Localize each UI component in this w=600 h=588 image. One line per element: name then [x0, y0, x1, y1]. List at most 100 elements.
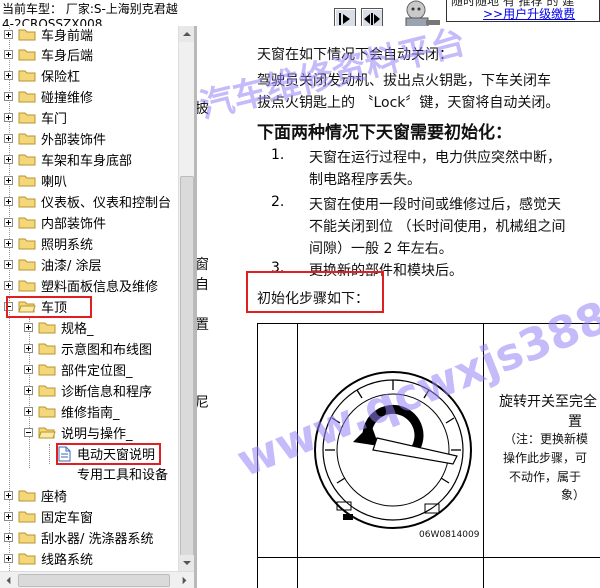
expand-plus-icon[interactable]	[4, 281, 13, 290]
tree-item[interactable]: 刮水器/ 洗涤器系统	[4, 527, 154, 548]
tree-item[interactable]: 车架和车身底部	[4, 149, 132, 170]
tree-item[interactable]: 座椅	[4, 485, 67, 506]
expand-plus-icon[interactable]	[24, 386, 33, 395]
scroll-thumb[interactable]	[180, 176, 194, 586]
collapse-minus-icon[interactable]	[24, 428, 33, 437]
document-content: 天窗在如下情况下会自动关闭： 驾驶员关闭发动机、拔出点火钥匙，下车关闭车 拔点火…	[197, 26, 600, 588]
tree-item[interactable]: 车顶	[4, 296, 67, 317]
document-icon	[58, 446, 71, 461]
list-item-line: 制电路程序丢失。	[309, 172, 421, 188]
folder-icon	[18, 532, 36, 544]
list-item-line: 不能关闭到位 （长时间使用，机械组之间	[309, 219, 566, 235]
scroll-up-arrow[interactable]	[179, 26, 195, 42]
tree-item[interactable]: 规格_	[24, 317, 94, 338]
folder-icon	[18, 280, 36, 292]
sunroof-switch-figure	[314, 371, 472, 529]
folder-icon	[18, 133, 36, 145]
tree-item[interactable]: 油漆/ 涂层	[4, 254, 102, 275]
tree-item-label: 维修指南_	[61, 406, 120, 421]
tree-item[interactable]: 照明系统	[4, 233, 93, 254]
scroll-down-arrow[interactable]	[179, 555, 195, 571]
navigation-tree: 车身前端 车身后端 保险杠碰撞维修 车门外部装饰件车架和车身底部 喇叭 仪表板、仪表和控制…	[0, 26, 178, 571]
folder-open-icon	[18, 301, 36, 313]
figure-code: 06W0814009	[419, 530, 480, 540]
tree-item-label: 座椅	[41, 490, 68, 505]
expand-plus-icon[interactable]	[4, 50, 13, 59]
tree-item-label: 刮水器/ 洗涤器系统	[41, 532, 154, 547]
folder-icon	[18, 553, 36, 565]
tree-item[interactable]: 保险杠	[4, 65, 80, 86]
expand-plus-icon[interactable]	[4, 176, 13, 185]
tree-item[interactable]: 诊断信息和程序	[24, 380, 152, 401]
collapse-minus-icon[interactable]	[4, 302, 13, 311]
tree-item-label: 内部装饰件	[41, 217, 107, 232]
tree-item[interactable]: 部件定位图_	[24, 359, 133, 380]
user-upgrade-link[interactable]: >>用户升级缴费	[483, 5, 575, 21]
tree-item[interactable]: 车身后端	[4, 44, 93, 65]
expand-plus-icon[interactable]	[4, 113, 13, 122]
list-item-line: 天窗在使用一段时间或维修过后，感觉天	[309, 197, 561, 213]
tree-vertical-scrollbar[interactable]	[178, 26, 195, 586]
tree-item-label: 规格_	[61, 322, 94, 337]
folder-icon	[18, 259, 36, 271]
tree-item[interactable]: 喇叭	[4, 170, 67, 191]
expand-plus-icon[interactable]	[24, 365, 33, 374]
tree-item-label: 说明与操作_	[61, 427, 133, 442]
tree-item-label: 线路系统	[41, 553, 94, 568]
tree-item[interactable]: 仪表板、仪表和控制台	[4, 191, 171, 212]
tree-item[interactable]: 线路系统	[4, 548, 93, 569]
promo-box: 随时随地 有 推荐 的 建 >>用户升级缴费	[446, 0, 600, 22]
triangle-right-icon[interactable]	[177, 573, 192, 588]
horizontal-scroll-thumb[interactable]	[18, 574, 170, 587]
expand-plus-icon[interactable]	[24, 407, 33, 416]
tree-item[interactable]: 固定车窗	[4, 506, 93, 527]
expand-plus-icon[interactable]	[4, 512, 13, 521]
folder-icon	[18, 70, 36, 82]
tree-item[interactable]: 说明与操作_	[24, 422, 133, 443]
table-cell-text: 不动作，属于	[509, 470, 582, 484]
expand-plus-icon[interactable]	[4, 71, 13, 80]
init-steps-label: 初始化步骤如下：	[257, 291, 369, 307]
expand-plus-icon[interactable]	[4, 239, 13, 248]
tree-item-label: 碰撞维修	[41, 91, 94, 106]
expand-plus-icon[interactable]	[4, 491, 13, 500]
tree-item-label: 外部装饰件	[41, 133, 107, 148]
expand-plus-icon[interactable]	[4, 92, 13, 101]
table-border	[257, 323, 600, 324]
folder-icon	[18, 490, 36, 502]
expand-plus-icon[interactable]	[4, 554, 13, 563]
tree-item[interactable]: 电动天窗说明	[44, 443, 155, 464]
tree-item[interactable]: 维修指南_	[24, 401, 120, 422]
clipped-text: 窗	[197, 257, 209, 273]
folder-icon	[18, 91, 36, 103]
expand-plus-icon[interactable]	[24, 323, 33, 332]
list-item-line: 间隙）一般 2 年左右。	[309, 241, 453, 257]
expand-plus-icon[interactable]	[4, 533, 13, 542]
tree-item[interactable]: 车门	[4, 107, 67, 128]
expand-plus-icon[interactable]	[24, 344, 33, 353]
clipped-text: 自	[197, 277, 209, 293]
table-border	[257, 557, 600, 558]
tree-item[interactable]: 外部装饰件	[4, 128, 106, 149]
tree-horizontal-scrollbar[interactable]	[0, 571, 194, 588]
folder-icon	[38, 364, 56, 376]
expand-plus-icon[interactable]	[4, 218, 13, 227]
expand-plus-icon[interactable]	[4, 197, 13, 206]
tree-item[interactable]: 碰撞维修	[4, 86, 93, 107]
expand-plus-icon[interactable]	[4, 155, 13, 164]
tree-item-label: 油漆/ 涂层	[41, 259, 102, 274]
list-item-line: 天窗在运行过程中，电力供应突然中断，	[309, 150, 561, 166]
tree-item-label: 固定车窗	[41, 511, 94, 526]
tree-item[interactable]: 专用工具和设备	[44, 463, 168, 484]
expand-plus-icon[interactable]	[4, 134, 13, 143]
triangle-left-icon[interactable]	[1, 573, 16, 588]
tree-item[interactable]: 内部装饰件	[4, 212, 106, 233]
tree-item-label: 专用工具和设备	[77, 468, 169, 483]
tree-item[interactable]: 车身前端	[4, 26, 93, 45]
tree-item[interactable]: 示意图和布线图	[24, 338, 152, 359]
tree-item-label: 车架和车身底部	[41, 154, 133, 169]
expand-plus-icon[interactable]	[4, 30, 13, 39]
tree-item[interactable]: 塑料面板信息及维修	[4, 275, 158, 296]
tree-item-label: 示意图和布线图	[61, 343, 153, 358]
expand-plus-icon[interactable]	[4, 260, 13, 269]
